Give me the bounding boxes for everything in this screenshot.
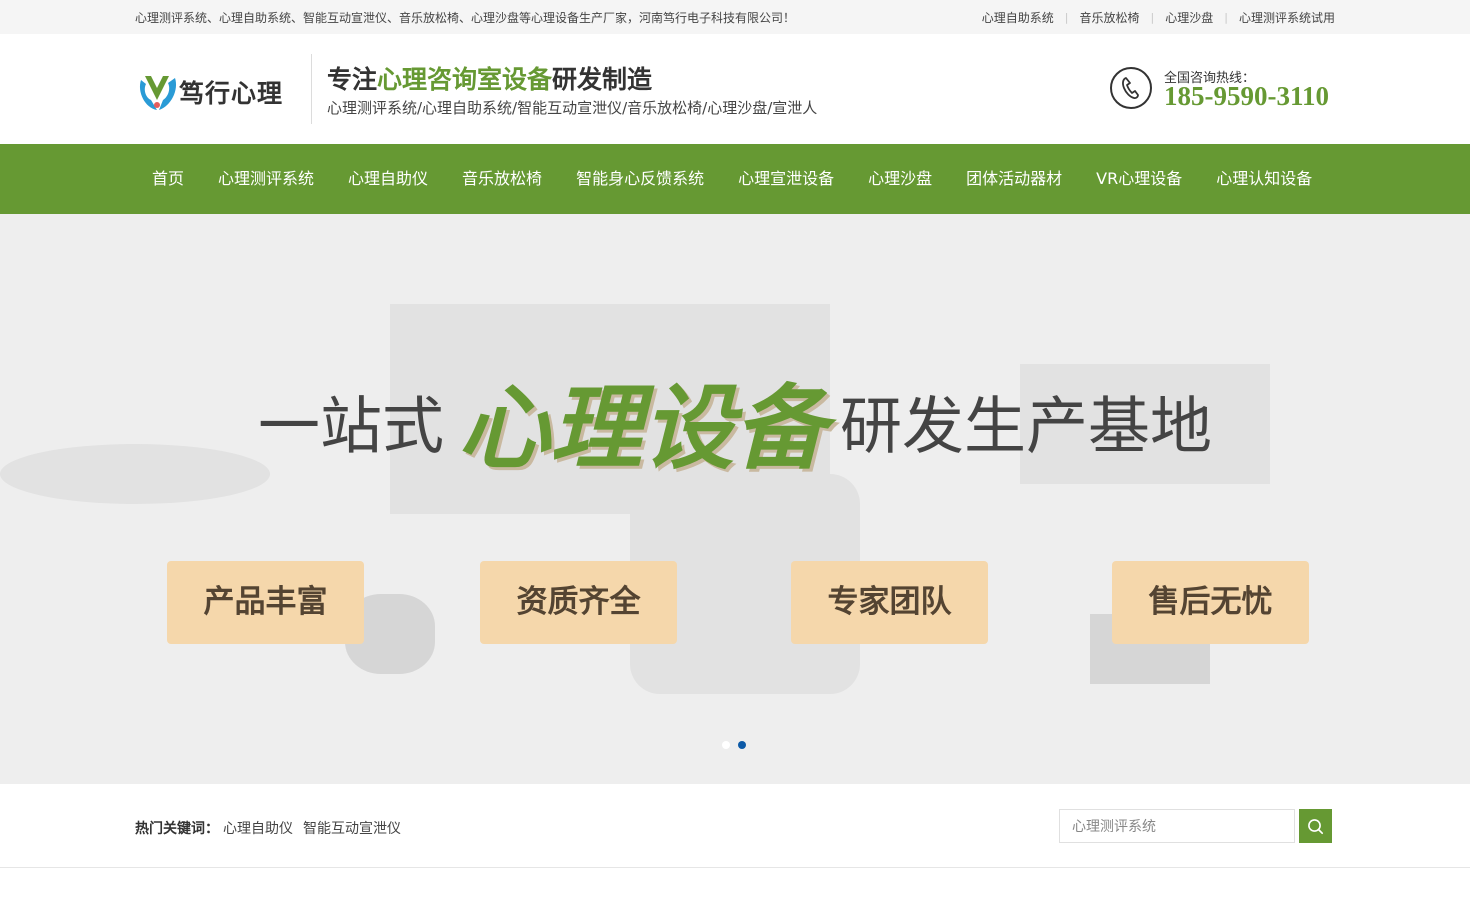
nav-item-catharsis-device[interactable]: 心理宣泄设备 (721, 144, 851, 214)
feature-expert-team: 专家团队 (791, 561, 988, 644)
site-header: 笃行心理 专注心理咨询室设备研发制造 心理测评系统/心理自助系统/智能互动宣泄仪… (0, 34, 1470, 144)
slogan-highlight: 心理咨询室设备 (377, 65, 553, 94)
header-sub-slogan: 心理测评系统/心理自助系统/智能互动宣泄仪/音乐放松椅/心理沙盘/宣泄人 (327, 99, 818, 117)
nav-item-cognitive-device[interactable]: 心理认知设备 (1199, 144, 1329, 214)
nav-item-home[interactable]: 首页 (135, 144, 201, 214)
top-link-assessment-trial[interactable]: 心理测评系统试用 (1239, 9, 1335, 26)
nav-item-sand-tray[interactable]: 心理沙盘 (851, 144, 949, 214)
hot-keywords-list: 心理自助仪 智能互动宣泄仪 (223, 818, 411, 838)
carousel-dot-2[interactable] (738, 741, 746, 749)
top-link-music-chair[interactable]: 音乐放松椅 (1080, 9, 1140, 26)
logo-text: 笃行心理 (179, 79, 284, 108)
search-icon (1308, 818, 1324, 834)
header-divider (311, 54, 312, 124)
slogan-suffix: 研发制造 (552, 65, 653, 94)
link-separator: | (1150, 11, 1155, 24)
banner-title: 一站式 心理设备 研发生产基地 (0, 354, 1470, 487)
phone-icon (1110, 67, 1152, 109)
nav-item-vr-device[interactable]: VR心理设备 (1079, 144, 1199, 214)
nav-item-assessment-system[interactable]: 心理测评系统 (201, 144, 331, 214)
link-separator: | (1064, 11, 1069, 24)
slogan-prefix: 专注 (327, 65, 378, 94)
main-nav: 首页 心理测评系统 心理自助仪 音乐放松椅 智能身心反馈系统 心理宣泄设备 心理… (0, 144, 1470, 214)
top-link-self-help-system[interactable]: 心理自助系统 (982, 9, 1054, 26)
hot-keywords-label: 热门关键词： (135, 821, 219, 837)
site-logo[interactable]: 笃行心理 (135, 70, 295, 114)
banner-title-prefix: 一站式 (257, 389, 444, 463)
keyword-link-self-help[interactable]: 心理自助仪 (223, 818, 293, 838)
nav-item-music-chair[interactable]: 音乐放松椅 (445, 144, 559, 214)
feature-qualifications: 资质齐全 (480, 561, 677, 644)
top-links: 心理自助系统 | 音乐放松椅 | 心理沙盘 | 心理测评系统试用 (982, 9, 1335, 26)
search-input[interactable] (1059, 809, 1295, 843)
banner-title-highlight: 心理设备 (457, 375, 826, 482)
site-intro-text: 心理测评系统、心理自助系统、智能互动宣泄仪、音乐放松椅、心理沙盘等心理设备生产厂… (135, 11, 796, 25)
carousel-dots (722, 741, 754, 749)
feature-after-sales: 售后无忧 (1112, 561, 1309, 644)
keyword-link-catharsis[interactable]: 智能互动宣泄仪 (303, 818, 401, 838)
nav-item-group-activity[interactable]: 团体活动器材 (949, 144, 1079, 214)
nav-item-biofeedback[interactable]: 智能身心反馈系统 (559, 144, 721, 214)
link-separator: | (1224, 11, 1228, 24)
carousel-dot-1[interactable] (722, 741, 730, 749)
top-bar: 心理测评系统、心理自助系统、智能互动宣泄仪、音乐放松椅、心理沙盘等心理设备生产厂… (0, 0, 1470, 34)
search-button[interactable] (1299, 809, 1332, 843)
hero-banner[interactable]: 一站式 心理设备 研发生产基地 产品丰富 资质齐全 专家团队 售后无忧 (0, 214, 1470, 784)
nav-item-self-help-device[interactable]: 心理自助仪 (331, 144, 445, 214)
logo-mark-icon (139, 76, 177, 110)
banner-title-suffix: 研发生产基地 (840, 389, 1213, 463)
header-slogan: 专注心理咨询室设备研发制造 (327, 60, 652, 96)
feature-rich-products: 产品丰富 (167, 561, 364, 644)
hotline-number[interactable]: 185-9590-3110 (1164, 81, 1329, 112)
keyword-bar: 热门关键词： 心理自助仪 智能互动宣泄仪 (0, 784, 1470, 868)
top-link-sand-tray[interactable]: 心理沙盘 (1165, 9, 1213, 26)
